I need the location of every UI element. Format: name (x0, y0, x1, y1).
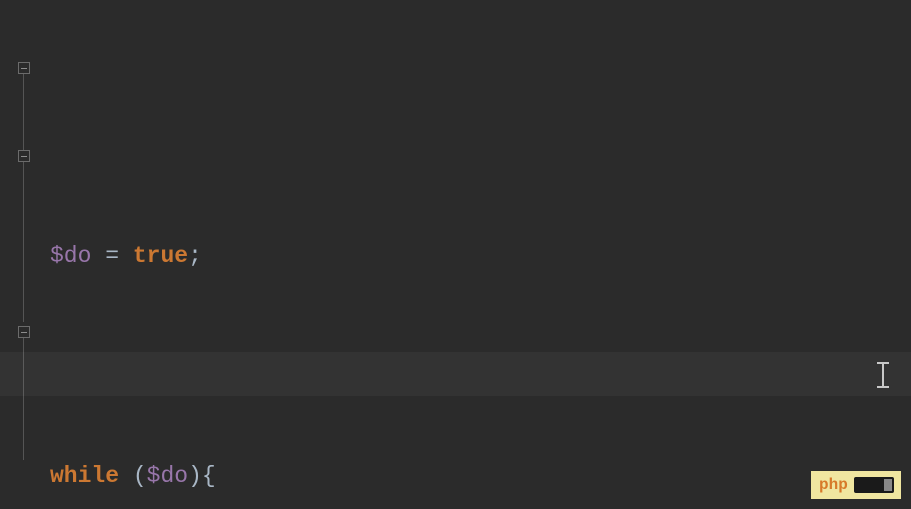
variable: $do (147, 463, 188, 489)
semicolon: ; (188, 243, 202, 269)
paren-open: ( (133, 463, 147, 489)
current-line-highlight (0, 352, 911, 396)
code-line: while ($do){ (50, 454, 911, 498)
gutter (0, 0, 40, 509)
fold-toggle-if-empty[interactable] (18, 150, 30, 162)
fold-guide (23, 74, 24, 162)
variable: $do (50, 243, 91, 269)
code-area[interactable]: $do = true; while ($do){ $sql = $redis_o… (40, 0, 911, 509)
fold-guide (23, 162, 24, 322)
watermark-badge: php (811, 471, 901, 499)
text-cursor-icon (877, 362, 889, 388)
watermark-cn-icon (854, 477, 894, 493)
brace-open: { (202, 463, 216, 489)
code-line: $do = true; (50, 234, 911, 278)
fold-toggle-while[interactable] (18, 62, 30, 74)
fold-toggle-if-result[interactable] (18, 326, 30, 338)
watermark-text: php (811, 463, 848, 507)
code-editor[interactable]: $do = true; while ($do){ $sql = $redis_o… (0, 0, 911, 509)
keyword-while: while (50, 463, 119, 489)
paren-close: ) (188, 463, 202, 489)
operator: = (105, 243, 119, 269)
keyword-true: true (133, 243, 188, 269)
